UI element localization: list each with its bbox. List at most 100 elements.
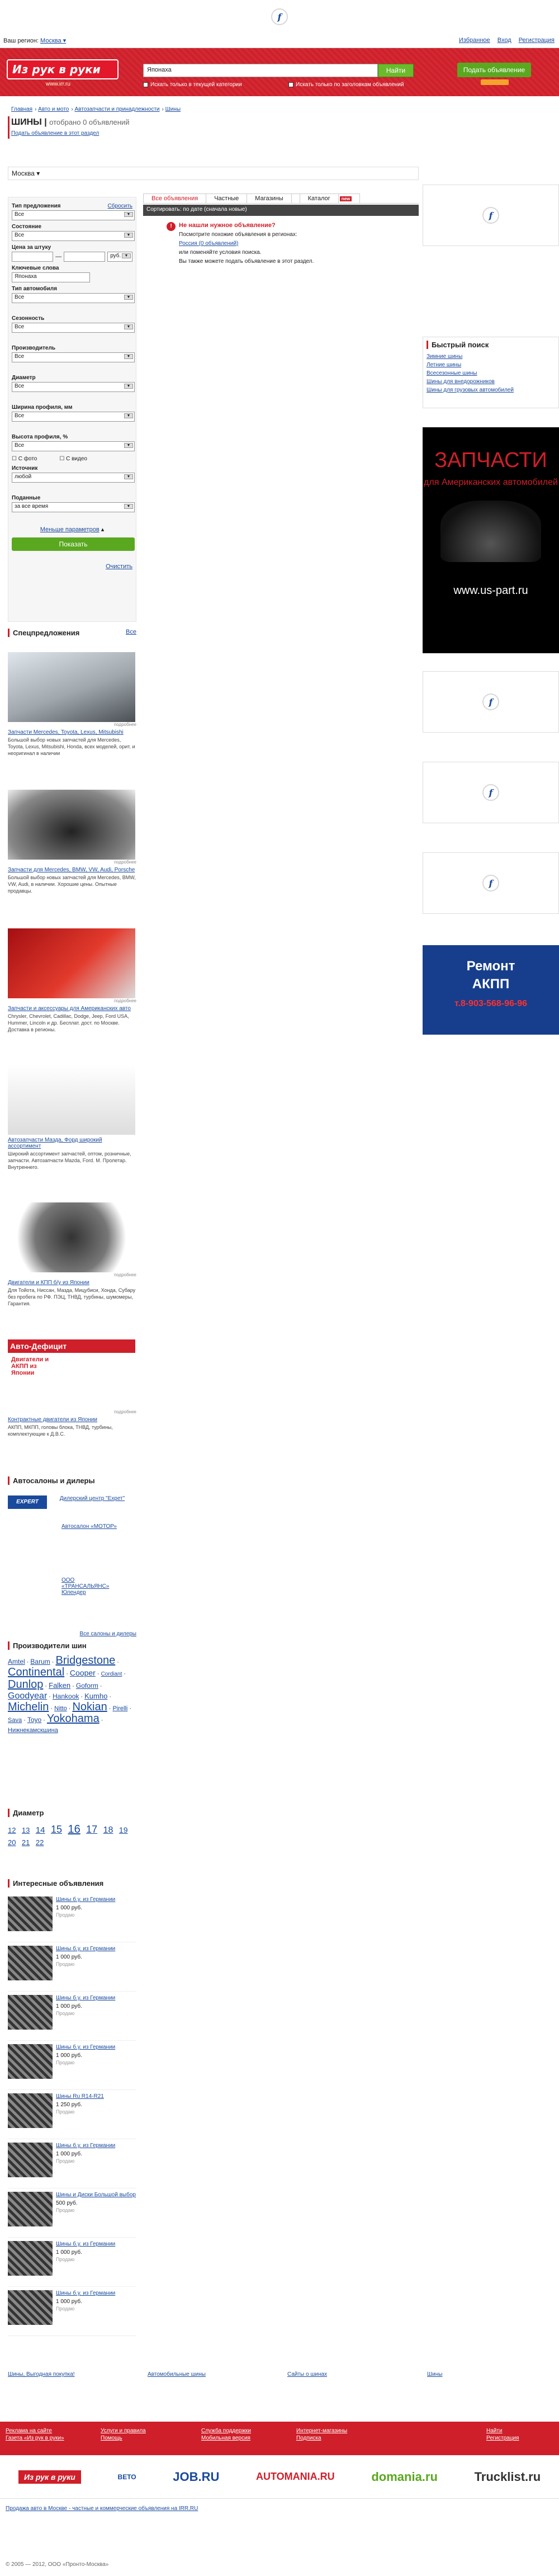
diameter-link[interactable]: 14 bbox=[36, 1825, 45, 1835]
all-dealers[interactable]: Все салоны и дилеры bbox=[8, 1631, 137, 1637]
list-item[interactable]: Шины б.у. из Германии 1 000 руб. Продаю bbox=[8, 2287, 136, 2336]
photo-checkbox[interactable]: ☐ С фото bbox=[12, 456, 37, 462]
special-tile[interactable]: Автозапчасти Мазда, Форд широкий ассорти… bbox=[8, 1065, 136, 1171]
price-to-input[interactable] bbox=[64, 252, 106, 262]
dealer-item[interactable]: ООО «ТРАНСАЛЬЯНС» Юлендер bbox=[61, 1577, 112, 1596]
special-tile[interactable]: Авто-Дефицит Двигатели и АКПП из Японии … bbox=[8, 1339, 136, 1437]
checkbox-titles-only[interactable]: Искать только по заголовкам объявлений bbox=[288, 82, 404, 88]
region-select[interactable]: Москва ▾ bbox=[8, 167, 419, 180]
dealer-item[interactable]: EXPERT Дилерский центр "Ехрет" bbox=[8, 1495, 136, 1509]
diameter-link[interactable]: 17 bbox=[86, 1824, 97, 1835]
brand-link[interactable]: Hankook bbox=[53, 1692, 79, 1700]
brand-link[interactable]: Goform bbox=[76, 1682, 98, 1690]
breadcrumb-item[interactable]: Шины bbox=[165, 106, 181, 112]
diameter-link[interactable]: 16 bbox=[68, 1823, 80, 1836]
list-item[interactable]: Шины Ru R14-R21 1 250 руб. Продаю bbox=[8, 2090, 136, 2139]
diameter-link[interactable]: 12 bbox=[8, 1826, 16, 1834]
quick-link[interactable]: Зимние шины bbox=[427, 353, 555, 360]
special-tile[interactable]: подробнее Запчасти и аксессуары для Амер… bbox=[8, 928, 136, 1033]
reset-link[interactable]: Сбросить bbox=[108, 203, 132, 209]
list-item[interactable]: Шины б.у. из Германии 1 000 руб. Продаю bbox=[8, 2041, 136, 2090]
quick-link[interactable]: Шины для грузовых автомобилей bbox=[427, 387, 555, 393]
video-checkbox[interactable]: ☐ С видео bbox=[59, 456, 87, 462]
price-from-input[interactable] bbox=[12, 252, 54, 262]
tab-private[interactable]: Частные bbox=[206, 194, 248, 203]
tile-link[interactable]: Запчасти и аксессуары для Американских а… bbox=[8, 1006, 136, 1012]
special-tile[interactable]: подробнее Двигатели и КПП б/у из Японии … bbox=[8, 1202, 136, 1307]
diameter-link[interactable]: 21 bbox=[22, 1838, 30, 1847]
add-ad-button[interactable]: Подать объявление bbox=[457, 63, 531, 77]
brand-link[interactable]: Nitto bbox=[54, 1705, 67, 1712]
ad-us-part[interactable]: ЗАПЧАСТИ для Американских автомобилей ww… bbox=[423, 427, 559, 653]
filter-car-type[interactable]: Все bbox=[12, 293, 135, 303]
brand-link[interactable]: Amtel bbox=[8, 1658, 25, 1666]
dealer-item[interactable]: Автосалон «МОТОР» bbox=[61, 1523, 136, 1530]
filter-width[interactable]: Все bbox=[12, 412, 135, 422]
quick-link[interactable]: Летние шины bbox=[427, 362, 555, 368]
right-banner[interactable]: f bbox=[423, 185, 559, 246]
tile-link[interactable]: Запчасти Mercedes, Toyota, Lexus, Mitsub… bbox=[8, 729, 136, 735]
diameter-link[interactable]: 13 bbox=[22, 1826, 30, 1834]
site-logo[interactable]: Из рук в руки www.irr.ru bbox=[7, 59, 119, 87]
region-switch[interactable]: Москва ▾ bbox=[40, 37, 66, 44]
brand-link[interactable]: Sava bbox=[8, 1717, 22, 1724]
ad-akpp[interactable]: Ремонт АКПП т.8-903-568-96-96 bbox=[423, 945, 559, 1035]
breadcrumb-item[interactable]: Главная bbox=[11, 106, 32, 112]
partner-logo[interactable]: domania.ru bbox=[371, 2470, 438, 2484]
list-item[interactable]: Шины б.у. из Германии 1 000 руб. Продаю bbox=[8, 1893, 136, 1942]
brand-link[interactable]: Continental bbox=[8, 1666, 64, 1678]
list-item[interactable]: Шины б.у. из Германии 1 000 руб. Продаю bbox=[8, 1942, 136, 1992]
diameter-link[interactable]: 18 bbox=[103, 1825, 113, 1835]
checkbox-icon[interactable] bbox=[143, 82, 148, 87]
special-tile[interactable]: подробнее Запчасти Mercedes, Toyota, Lex… bbox=[8, 652, 136, 757]
breadcrumb-item[interactable]: Автозапчасти и принадлежности bbox=[74, 106, 159, 112]
keywords-input[interactable]: Японаха bbox=[12, 272, 90, 282]
search-input[interactable]: Японаха bbox=[143, 64, 378, 77]
currency-select[interactable]: руб. bbox=[107, 252, 132, 262]
tile-link[interactable]: Запчасти для Mercedes, BMW, VW, Audi, Po… bbox=[8, 867, 136, 873]
partner-logo[interactable]: JOB.RU bbox=[173, 2470, 219, 2484]
filter-posted[interactable]: за все время bbox=[12, 502, 135, 512]
quick-link[interactable]: Шины для внедорожников bbox=[427, 379, 555, 385]
special-tile[interactable]: подробнее Запчасти для Mercedes, BMW, VW… bbox=[8, 790, 136, 894]
brand-link[interactable]: Falken bbox=[49, 1681, 70, 1690]
filter-source[interactable]: любой bbox=[12, 473, 135, 483]
diameter-link[interactable]: 15 bbox=[51, 1824, 62, 1835]
tile-link[interactable]: Двигатели и КПП б/у из Японии bbox=[8, 1280, 136, 1286]
register-link[interactable]: Регистрация bbox=[519, 37, 555, 44]
brand-link[interactable]: Nokian bbox=[72, 1701, 107, 1713]
show-button[interactable]: Показать bbox=[12, 537, 135, 551]
brand-link[interactable]: Нижнекамскшина bbox=[8, 1727, 58, 1734]
right-banner[interactable]: f bbox=[423, 671, 559, 733]
checkbox-icon[interactable] bbox=[288, 82, 293, 87]
partner-logo[interactable]: ВЕТО bbox=[118, 2473, 136, 2481]
tab-all[interactable]: Все объявления bbox=[143, 194, 207, 203]
filter-manufacturer[interactable]: Все bbox=[12, 352, 135, 362]
diameter-link[interactable]: 20 bbox=[8, 1838, 16, 1847]
login-link[interactable]: Вход bbox=[498, 37, 511, 44]
favorites-link[interactable]: Избранное bbox=[459, 37, 490, 44]
clear-link[interactable]: Очистить bbox=[106, 563, 132, 570]
top-banner[interactable]: f bbox=[0, 0, 559, 34]
brand-link[interactable]: Yokohama bbox=[47, 1712, 100, 1725]
list-item[interactable]: Шины б.у. из Германии 1 000 руб. Продаю bbox=[8, 2238, 136, 2287]
tile-link[interactable]: Контрактные двигатели из Японии bbox=[8, 1417, 136, 1423]
tile-link[interactable]: Автозапчасти Мазда, Форд широкий ассорти… bbox=[8, 1137, 136, 1149]
brand-link[interactable]: Goodyear bbox=[8, 1691, 47, 1701]
tab-catalog[interactable]: Каталог new bbox=[291, 194, 361, 203]
post-ad-link[interactable]: Подать объявление в этот раздел bbox=[11, 130, 99, 136]
less-params-link[interactable]: Меньше параметров bbox=[40, 526, 100, 533]
brand-link[interactable]: Cordiant bbox=[101, 1671, 122, 1677]
brand-link[interactable]: Toyo bbox=[27, 1716, 41, 1724]
filter-diameter[interactable]: Все bbox=[12, 382, 135, 392]
all-link[interactable]: Все bbox=[126, 629, 136, 637]
brand-link[interactable]: Cooper bbox=[70, 1668, 96, 1677]
breadcrumb-item[interactable]: Авто и мото bbox=[38, 106, 69, 112]
add-ad-sub-button[interactable] bbox=[481, 79, 509, 85]
list-item[interactable]: Шины б.у. из Германии 1 000 руб. Продаю bbox=[8, 1992, 136, 2041]
find-button[interactable]: Найти bbox=[378, 64, 414, 77]
diameter-link[interactable]: 22 bbox=[36, 1838, 44, 1847]
filter-condition[interactable]: Все bbox=[12, 231, 135, 241]
partner-logo[interactable]: AUTOMANIA.RU bbox=[256, 2471, 335, 2483]
checkbox-current-category[interactable]: Искать только в текущей категории bbox=[143, 82, 242, 88]
